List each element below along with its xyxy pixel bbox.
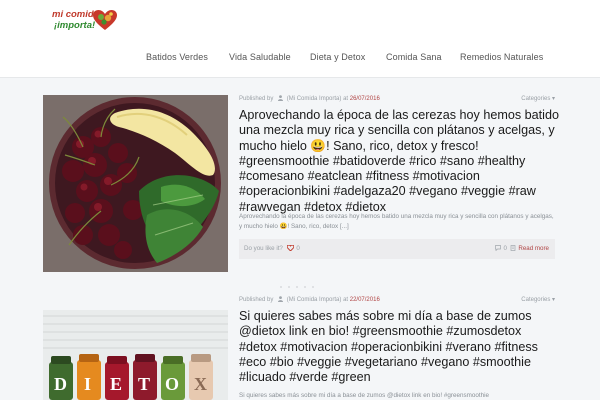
post-author[interactable]: (Mi Comida Importa) [287,297,342,303]
categories-label: Categories [521,96,551,102]
chevron-down-icon: ▾ [551,96,555,102]
post-date[interactable]: 22/07/2016 [350,297,380,303]
nav-item-dieta-detox[interactable]: Dieta y Detox [310,52,365,62]
nav-item-vida-saludable[interactable]: Vida Saludable [229,52,291,62]
svg-text:E: E [110,374,122,394]
post-meta: Published by (Mi Comida Importa) at 22/0… [239,296,555,306]
cherries-smoothie-photo [43,95,228,272]
nav-item-batidos-verdes[interactable]: Batidos Verdes [146,52,208,62]
post-date[interactable]: 26/07/2016 [350,96,380,102]
nav-item-comida-sana[interactable]: Comida Sana [386,52,442,62]
post-image[interactable] [43,95,228,272]
svg-text:T: T [138,374,150,394]
comment-icon [494,245,501,251]
site-header: mi comida ¡importa! Batidos Verdes Vida … [0,0,600,78]
document-icon [510,245,516,251]
post-excerpt: Si quieres sabes más sobre mi día a base… [239,392,490,399]
categories-label: Categories [521,297,551,303]
categories-dropdown[interactable]: Categories ▾ [521,95,555,102]
svg-text:I: I [84,374,91,394]
main-nav: Batidos Verdes Vida Saludable Dieta y De… [0,52,600,66]
post-title[interactable]: Si quieres sabes más sobre mi día a base… [239,309,559,385]
post-body: Published by (Mi Comida Importa) at 26/0… [239,95,559,272]
post-separator [0,286,600,292]
post-author[interactable]: (Mi Comida Importa) [287,96,342,102]
published-by-label: Published by [239,96,274,102]
site-logo[interactable]: mi comida ¡importa! [52,8,122,34]
post-excerpt: Aprovechando la época de las cerezas hoy… [239,213,554,230]
logo-heart-icon [93,10,117,30]
like-count: 0 [296,245,300,252]
svg-text:X: X [194,374,207,394]
chevron-down-icon: ▾ [551,297,555,303]
comment-count[interactable]: 0 [503,245,506,252]
post-card: Published by (Mi Comida Importa) at 26/0… [43,95,559,272]
juice-bottles-photo: DIE TOX [43,310,228,400]
post-footer: Do you like it? 0 0 Read more [239,239,555,259]
at-label: at [343,297,349,303]
published-by-label: Published by [239,297,274,303]
svg-text:D: D [54,374,67,394]
read-more-link[interactable]: Read more [518,245,549,252]
nav-item-remedios-naturales[interactable]: Remedios Naturales [460,52,543,62]
post-body: Published by (Mi Comida Importa) at 22/0… [239,296,555,400]
like-widget[interactable]: Do you like it? 0 [244,245,300,252]
post-title[interactable]: Aprovechando la época de las cerezas hoy… [239,108,559,215]
svg-text:O: O [165,374,179,394]
post-actions: 0 Read more [494,245,549,252]
logo-text-line2: ¡importa! [54,20,96,31]
post-meta: Published by (Mi Comida Importa) at 26/0… [239,95,555,105]
user-icon [278,296,284,302]
categories-dropdown[interactable]: Categories ▾ [521,296,555,303]
like-prompt: Do you like it? [244,245,283,252]
at-label: at [343,96,349,102]
post-image[interactable]: DIE TOX [43,310,228,400]
post-card: DIE TOX Published by (Mi Comida Importa)… [43,296,555,400]
heart-icon [286,245,294,251]
user-icon [278,95,284,101]
